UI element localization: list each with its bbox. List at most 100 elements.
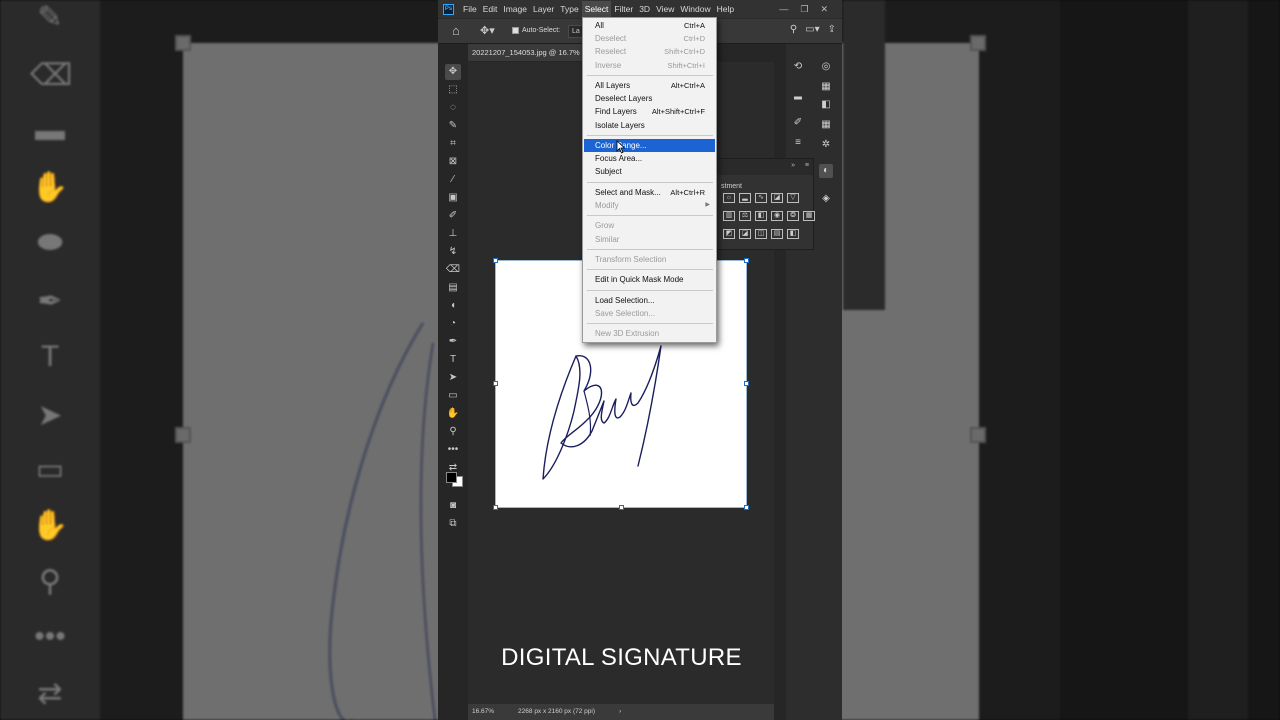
patterns-icon[interactable]: ▦ <box>819 118 833 132</box>
hue-saturation-icon[interactable]: ▥ <box>723 211 735 221</box>
adjustments-icon[interactable]: ◐ <box>819 164 833 178</box>
gradient-map-icon[interactable]: ▤ <box>771 229 783 239</box>
layers-icon[interactable]: ◈ <box>819 192 833 206</box>
menu-item-focus-area[interactable]: Focus Area... <box>584 152 715 165</box>
zoom-tool-icon[interactable]: ⚲ <box>445 424 461 440</box>
transform-handle[interactable] <box>744 505 749 510</box>
menu-select[interactable]: Select <box>581 1 612 17</box>
restore-icon[interactable]: ❐ <box>800 4 808 15</box>
gradient-tool-icon[interactable]: ▤ <box>445 280 461 296</box>
frame-tool-icon[interactable]: ⊠ <box>445 154 461 170</box>
document-tab[interactable]: 20221207_154053.jpg @ 16.7% <box>468 44 592 61</box>
curves-icon[interactable]: ∿ <box>755 193 767 203</box>
pen-tool-icon[interactable]: ✒ <box>445 334 461 350</box>
menu-item-select-and-mask[interactable]: Select and Mask... Alt+Ctrl+R <box>584 186 715 199</box>
minimize-icon[interactable]: — <box>779 4 788 14</box>
hand-tool-icon[interactable]: ✋ <box>445 406 461 422</box>
panel-menu-icon[interactable]: ≡ <box>805 162 809 169</box>
move-tool-preset-icon[interactable]: ✥▾ <box>480 24 495 37</box>
menu-item-isolate-layers[interactable]: Isolate Layers <box>584 119 715 132</box>
transform-handle[interactable] <box>493 258 498 263</box>
brushes-icon[interactable]: ✐ <box>791 116 805 130</box>
rectangle-tool-icon[interactable]: ▭ <box>445 388 461 404</box>
auto-select-checkbox[interactable]: Auto-Select: <box>512 27 560 34</box>
menu-image[interactable]: Image <box>500 1 530 17</box>
screen-mode-icon[interactable]: ⧉ <box>445 516 461 532</box>
transform-handle[interactable] <box>619 505 624 510</box>
photo-filter-icon[interactable]: ◉ <box>771 211 783 221</box>
menu-item-deselect-layers[interactable]: Deselect Layers <box>584 92 715 105</box>
menu-item-label: New 3D Extrusion <box>595 329 660 339</box>
properties-icon[interactable]: ≡ <box>791 136 805 150</box>
eyedropper-tool-icon[interactable]: ⁄ <box>445 172 461 188</box>
transform-handle[interactable] <box>493 505 498 510</box>
lasso-tool-icon[interactable]: ◌ <box>445 100 461 116</box>
menu-item-shortcut: Alt+Ctrl+R <box>670 187 705 197</box>
healing-tool-icon[interactable]: ▣ <box>445 190 461 206</box>
foreground-color-swatch[interactable] <box>446 472 457 483</box>
blur-tool-icon[interactable]: ◖ <box>445 298 461 314</box>
crop-tool-icon[interactable]: ⌗ <box>445 136 461 152</box>
menu-window[interactable]: Window <box>677 1 713 17</box>
levels-icon[interactable]: ▂ <box>739 193 751 203</box>
collapse-panel-icon[interactable]: » <box>791 162 795 169</box>
histogram-icon[interactable]: ▂ <box>791 88 805 102</box>
history-icon[interactable]: ⟲ <box>791 60 805 74</box>
menu-help[interactable]: Help <box>714 1 737 17</box>
marquee-tool-icon[interactable]: ⬚ <box>445 82 461 98</box>
quick-mask-icon[interactable]: ◙ <box>445 498 461 514</box>
status-arrow-icon[interactable]: › <box>619 704 621 720</box>
libraries-icon[interactable]: ✲ <box>819 138 833 152</box>
share-icon[interactable]: ⇪ <box>828 24 836 35</box>
history-brush-tool-icon[interactable]: ↯ <box>445 244 461 260</box>
menu-view[interactable]: View <box>653 1 677 17</box>
black-white-icon[interactable]: ◧ <box>755 211 767 221</box>
edit-toolbar-icon[interactable]: ••• <box>445 442 461 458</box>
menu-item-color-range[interactable]: Color Range... <box>584 139 715 152</box>
eraser-tool-icon[interactable]: ⌫ <box>445 262 461 278</box>
search-icon[interactable]: ⚲ <box>790 24 797 35</box>
status-doc-info: 2268 px x 2160 px (72 ppi) <box>518 708 596 715</box>
background-toolbar: ✎ ⌫ ▬ ✋ ⬬ ✒ T ➤ ▭ ✋ ⚲ ••• ⇄ <box>0 0 100 720</box>
close-icon[interactable]: ✕ <box>820 4 828 15</box>
transform-handle[interactable] <box>493 381 498 386</box>
menu-item-find-layers[interactable]: Find Layers Alt+Shift+Ctrl+F <box>584 105 715 118</box>
exposure-icon[interactable]: ◪ <box>771 193 783 203</box>
workspace-icon[interactable]: ▭▾ <box>805 24 819 35</box>
transform-handle[interactable] <box>744 258 749 263</box>
menu-item-label: Isolate Layers <box>595 120 645 130</box>
menu-item-all[interactable]: All Ctrl+A <box>584 19 715 32</box>
quick-select-tool-icon[interactable]: ✎ <box>445 118 461 134</box>
brush-tool-icon[interactable]: ✐ <box>445 208 461 224</box>
home-icon[interactable]: ⌂ <box>452 24 466 38</box>
selective-color-icon[interactable]: ◧ <box>787 229 799 239</box>
menu-filter[interactable]: Filter <box>611 1 636 17</box>
menu-layer[interactable]: Layer <box>530 1 557 17</box>
menu-edit[interactable]: Edit <box>480 1 501 17</box>
menu-type[interactable]: Type <box>557 1 581 17</box>
move-tool-icon[interactable]: ✥ <box>445 64 461 80</box>
menu-item-load-selection[interactable]: Load Selection... <box>584 294 715 307</box>
vibrance-icon[interactable]: ▽ <box>787 193 799 203</box>
invert-icon[interactable]: ◩ <box>723 229 735 239</box>
swatches-icon[interactable]: ▦ <box>819 80 833 94</box>
menu-item-all-layers[interactable]: All Layers Alt+Ctrl+A <box>584 79 715 92</box>
type-tool-icon[interactable]: T <box>445 352 461 368</box>
gradients-icon[interactable]: ◧ <box>819 98 833 112</box>
menu-item-subject[interactable]: Subject <box>584 165 715 178</box>
brightness-contrast-icon[interactable]: ☼ <box>723 193 735 203</box>
menu-item-edit-in-quick-mask-mode[interactable]: Edit in Quick Mask Mode <box>584 273 715 286</box>
path-select-tool-icon[interactable]: ➤ <box>445 370 461 386</box>
menu-file[interactable]: File <box>460 1 480 17</box>
color-icon[interactable]: ◎ <box>819 60 833 74</box>
menu-3d[interactable]: 3D <box>636 1 653 17</box>
threshold-icon[interactable]: ◫ <box>755 229 767 239</box>
dodge-tool-icon[interactable]: ◔ <box>445 316 461 332</box>
stamp-tool-icon[interactable]: ⊥ <box>445 226 461 242</box>
status-zoom[interactable]: 16.67% <box>472 704 494 720</box>
color-balance-icon[interactable]: ⚖ <box>739 211 751 221</box>
posterize-icon[interactable]: ◪ <box>739 229 751 239</box>
channel-mixer-icon[interactable]: ❂ <box>787 211 799 221</box>
transform-handle[interactable] <box>744 381 749 386</box>
color-lookup-icon[interactable]: ▦ <box>803 211 815 221</box>
